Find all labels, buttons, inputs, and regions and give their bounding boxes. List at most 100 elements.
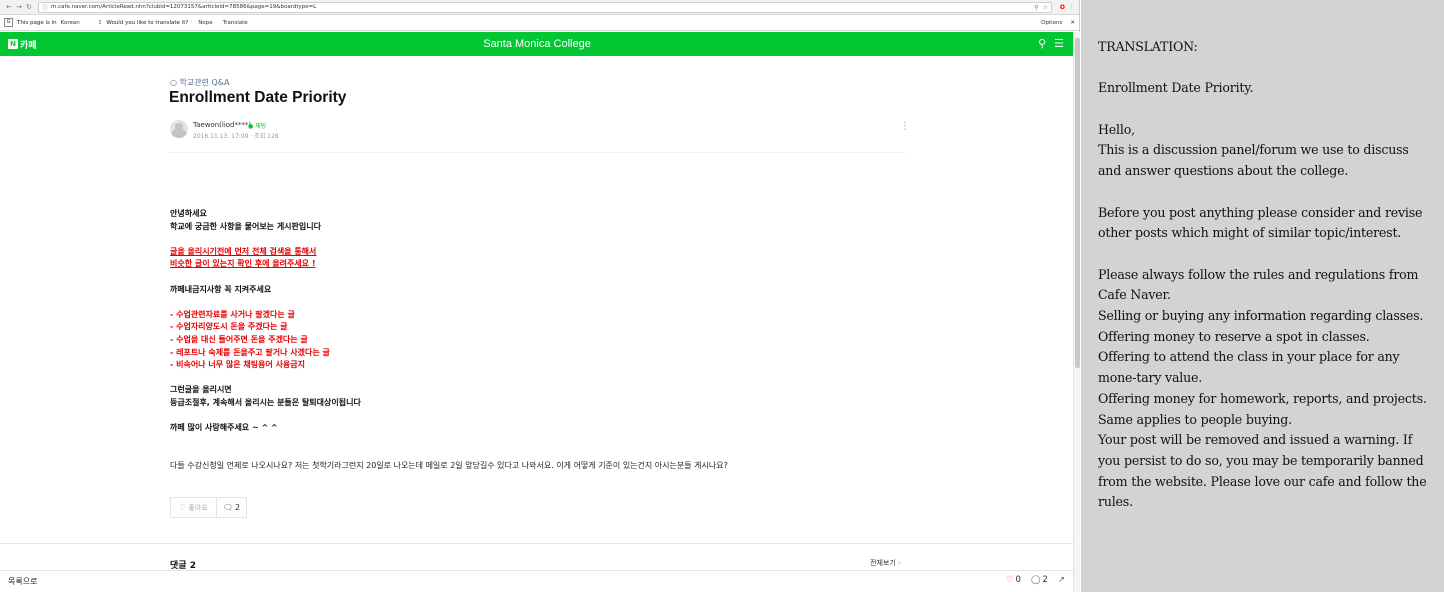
cafe-header: N 카페 Santa Monica College ⚲ ☰ bbox=[0, 32, 1074, 56]
reaction-box: ♡ 좋아요 🗨 2 bbox=[170, 497, 247, 518]
like-count: 0 bbox=[1015, 575, 1021, 585]
bookmark-star-icon[interactable]: ☆ bbox=[1043, 4, 1048, 11]
translation-spacer bbox=[1098, 58, 1430, 79]
like-button[interactable]: ♡ 좋아요 bbox=[171, 498, 217, 517]
board-link[interactable]: ○ 학교관련 Q&A bbox=[170, 77, 230, 88]
translation-line: Same applies to people buying. bbox=[1098, 411, 1292, 427]
address-bar[interactable]: ⓘ m.cafe.naver.com/ArticleRead.nhn?clubi… bbox=[38, 1, 1052, 13]
translation-line: TRANSLATION: bbox=[1098, 39, 1198, 54]
reload-icon[interactable]: ↻ bbox=[24, 3, 34, 11]
translation-line: Hello, bbox=[1098, 121, 1135, 137]
cafe-title: Santa Monica College bbox=[483, 38, 591, 50]
scrollbar[interactable] bbox=[1073, 32, 1080, 592]
translation-line: Selling or buying any information regard… bbox=[1098, 308, 1424, 324]
scrollbar-thumb[interactable] bbox=[1075, 38, 1080, 368]
browser-window: ← → ↻ ⓘ m.cafe.naver.com/ArticleRead.nhn… bbox=[0, 0, 1080, 592]
opera-icon[interactable]: O bbox=[1060, 4, 1065, 11]
comment-button[interactable]: 🗨 2 bbox=[217, 498, 246, 517]
post-body-line: - 비속어나 너무 많은 채팅용어 사용금지 bbox=[170, 360, 306, 370]
translation-panel: TRANSLATION: Enrollment Date Priority. Hel… bbox=[1081, 0, 1444, 592]
post-body-line: 학교에 궁금한 사항을 물어보는 게시판입니다 bbox=[170, 221, 321, 231]
url-text: m.cafe.naver.com/ArticleRead.nhn?clubid=… bbox=[51, 4, 317, 10]
zoom-icon[interactable]: ⚲ bbox=[1034, 4, 1038, 11]
translation-line: Offering money to reserve a spot in clas… bbox=[1098, 328, 1370, 344]
translation-line: This is a discussion panel/forum we use … bbox=[1098, 142, 1409, 179]
post-body-line: - 레포트나 숙제를 돈을주고 팔거나 사겠다는 글 bbox=[170, 347, 330, 357]
screenshot-root: ← → ↻ ⓘ m.cafe.naver.com/ArticleRead.nhn… bbox=[0, 0, 1444, 592]
back-to-list-button[interactable]: 목록으로 bbox=[8, 576, 37, 587]
share-icon[interactable]: ↗ bbox=[1058, 575, 1065, 585]
source-language-select[interactable]: Korean bbox=[61, 20, 80, 26]
info-icon[interactable]: ⓘ bbox=[42, 3, 48, 12]
chevron-right-icon: › bbox=[898, 559, 901, 567]
translation-line: Offering to attend the class in your pla… bbox=[1098, 349, 1400, 386]
translation-spacer bbox=[1098, 99, 1430, 120]
translation-line: Your post will be removed and issued a w… bbox=[1098, 432, 1427, 510]
post-body-line: 안녕하세요 bbox=[170, 209, 207, 218]
bottom-bar: 목록으로 ♡ 0 ◯ 2 ↗ bbox=[0, 570, 1073, 592]
post-views: 조회 128 bbox=[254, 133, 279, 140]
chat-badge[interactable]: ● 채팅 bbox=[248, 121, 266, 130]
post-question: 다들 수강신청일 언제로 나오시나요? 저는 첫학기라그런지 20일로 나오는데… bbox=[170, 461, 728, 470]
cafe-logo-label: 카페 bbox=[20, 40, 37, 51]
post-body: 안녕하세요학교에 궁금한 사항을 물어보는 게시판입니다글을 올리시기전에 먼저… bbox=[170, 208, 361, 435]
comment-count-button[interactable]: ◯ 2 bbox=[1031, 575, 1048, 585]
board-label: 학교관련 Q&A bbox=[179, 78, 230, 87]
view-all-comments-link[interactable]: 전체보기 › bbox=[870, 558, 901, 568]
nope-button[interactable]: Nope bbox=[198, 20, 212, 26]
bottom-comment-count: 2 bbox=[1042, 575, 1048, 585]
translation-line: Offering money for homework, reports, an… bbox=[1098, 390, 1427, 406]
translate-prompt: Would you like to translate it? bbox=[106, 19, 189, 26]
post-date: 2016.11.13. 17:09 bbox=[193, 133, 249, 140]
post-title: Enrollment Date Priority bbox=[169, 89, 347, 106]
post-body-line: 까페내금지사항 꼭 지켜주세요 bbox=[170, 284, 272, 294]
post-content: ○ 학교관련 Q&A Enrollment Date Priority Taew… bbox=[0, 56, 1073, 570]
translation-line: Enrollment Date Priority. bbox=[1098, 80, 1254, 96]
chat-badge-label: 채팅 bbox=[255, 123, 267, 130]
avatar[interactable] bbox=[170, 120, 188, 138]
search-icon[interactable]: ⚲ bbox=[1038, 37, 1046, 50]
back-icon[interactable]: ← bbox=[4, 3, 14, 11]
browser-toolbar: ← → ↻ ⓘ m.cafe.naver.com/ArticleRead.nhn… bbox=[0, 0, 1079, 15]
comment-bubble-icon: 🗨 bbox=[222, 503, 234, 512]
board-icon: ○ bbox=[170, 78, 180, 87]
translation-line: Please always follow the rules and regul… bbox=[1098, 266, 1419, 303]
post-meta: 2016.11.13. 17:09 · 조회 128 bbox=[193, 133, 279, 140]
post-body-line: 그런글을 올리시면 bbox=[170, 385, 232, 395]
menu-dots-icon[interactable]: ⋮ bbox=[1069, 4, 1075, 11]
cafe-logo[interactable]: N 카페 bbox=[8, 38, 37, 51]
forward-icon[interactable]: → bbox=[14, 3, 24, 11]
translate-infobar: G This page is in Korean ↕ Would you lik… bbox=[0, 15, 1079, 31]
comment-count: 2 bbox=[235, 503, 241, 512]
comments-heading: 댓글 2 bbox=[170, 561, 196, 570]
divider bbox=[0, 543, 1073, 544]
close-icon[interactable]: ✕ bbox=[1070, 20, 1075, 26]
author-name[interactable]: Taewon(liod****) bbox=[193, 121, 251, 129]
select-arrows-icon: ↕ bbox=[97, 19, 103, 26]
hamburger-menu-icon[interactable]: ☰ bbox=[1054, 37, 1064, 50]
translate-icon: G bbox=[4, 18, 13, 27]
like-label: 좋아요 bbox=[188, 503, 208, 512]
post-body-line: 까페 많이 사랑해주세요 ~ ^ ^ bbox=[170, 423, 278, 433]
view-all-label: 전체보기 bbox=[870, 559, 896, 567]
divider bbox=[170, 152, 906, 153]
translate-button[interactable]: Translate bbox=[223, 20, 248, 26]
translate-options-button[interactable]: Options bbox=[1041, 20, 1062, 26]
translation-spacer bbox=[1098, 182, 1430, 203]
translation-spacer bbox=[1098, 244, 1430, 265]
heart-icon: ♡ bbox=[179, 503, 187, 512]
post-body-line: - 수업자리양도시 돈을 주겠다는 글 bbox=[170, 322, 288, 332]
post-body-line: 비슷한 글이 있는지 확인 후에 올려주세요 ! bbox=[170, 259, 316, 269]
post-body-line: - 수업을 대신 들어주면 돈을 주겠다는 글 bbox=[170, 334, 308, 344]
more-options-icon[interactable]: ⋮ bbox=[900, 122, 910, 132]
like-count-button[interactable]: ♡ 0 bbox=[1006, 575, 1021, 585]
post-body-line: 등급조절후, 계속해서 올리시는 분들은 탈퇴대상이됩니다 bbox=[170, 397, 361, 407]
post-body-line: 글을 올리시기전에 먼저 전체 검색을 통해서 bbox=[170, 246, 317, 256]
translation-line: Before you post anything please consider… bbox=[1098, 204, 1423, 241]
heart-icon: ♡ bbox=[1005, 575, 1014, 585]
